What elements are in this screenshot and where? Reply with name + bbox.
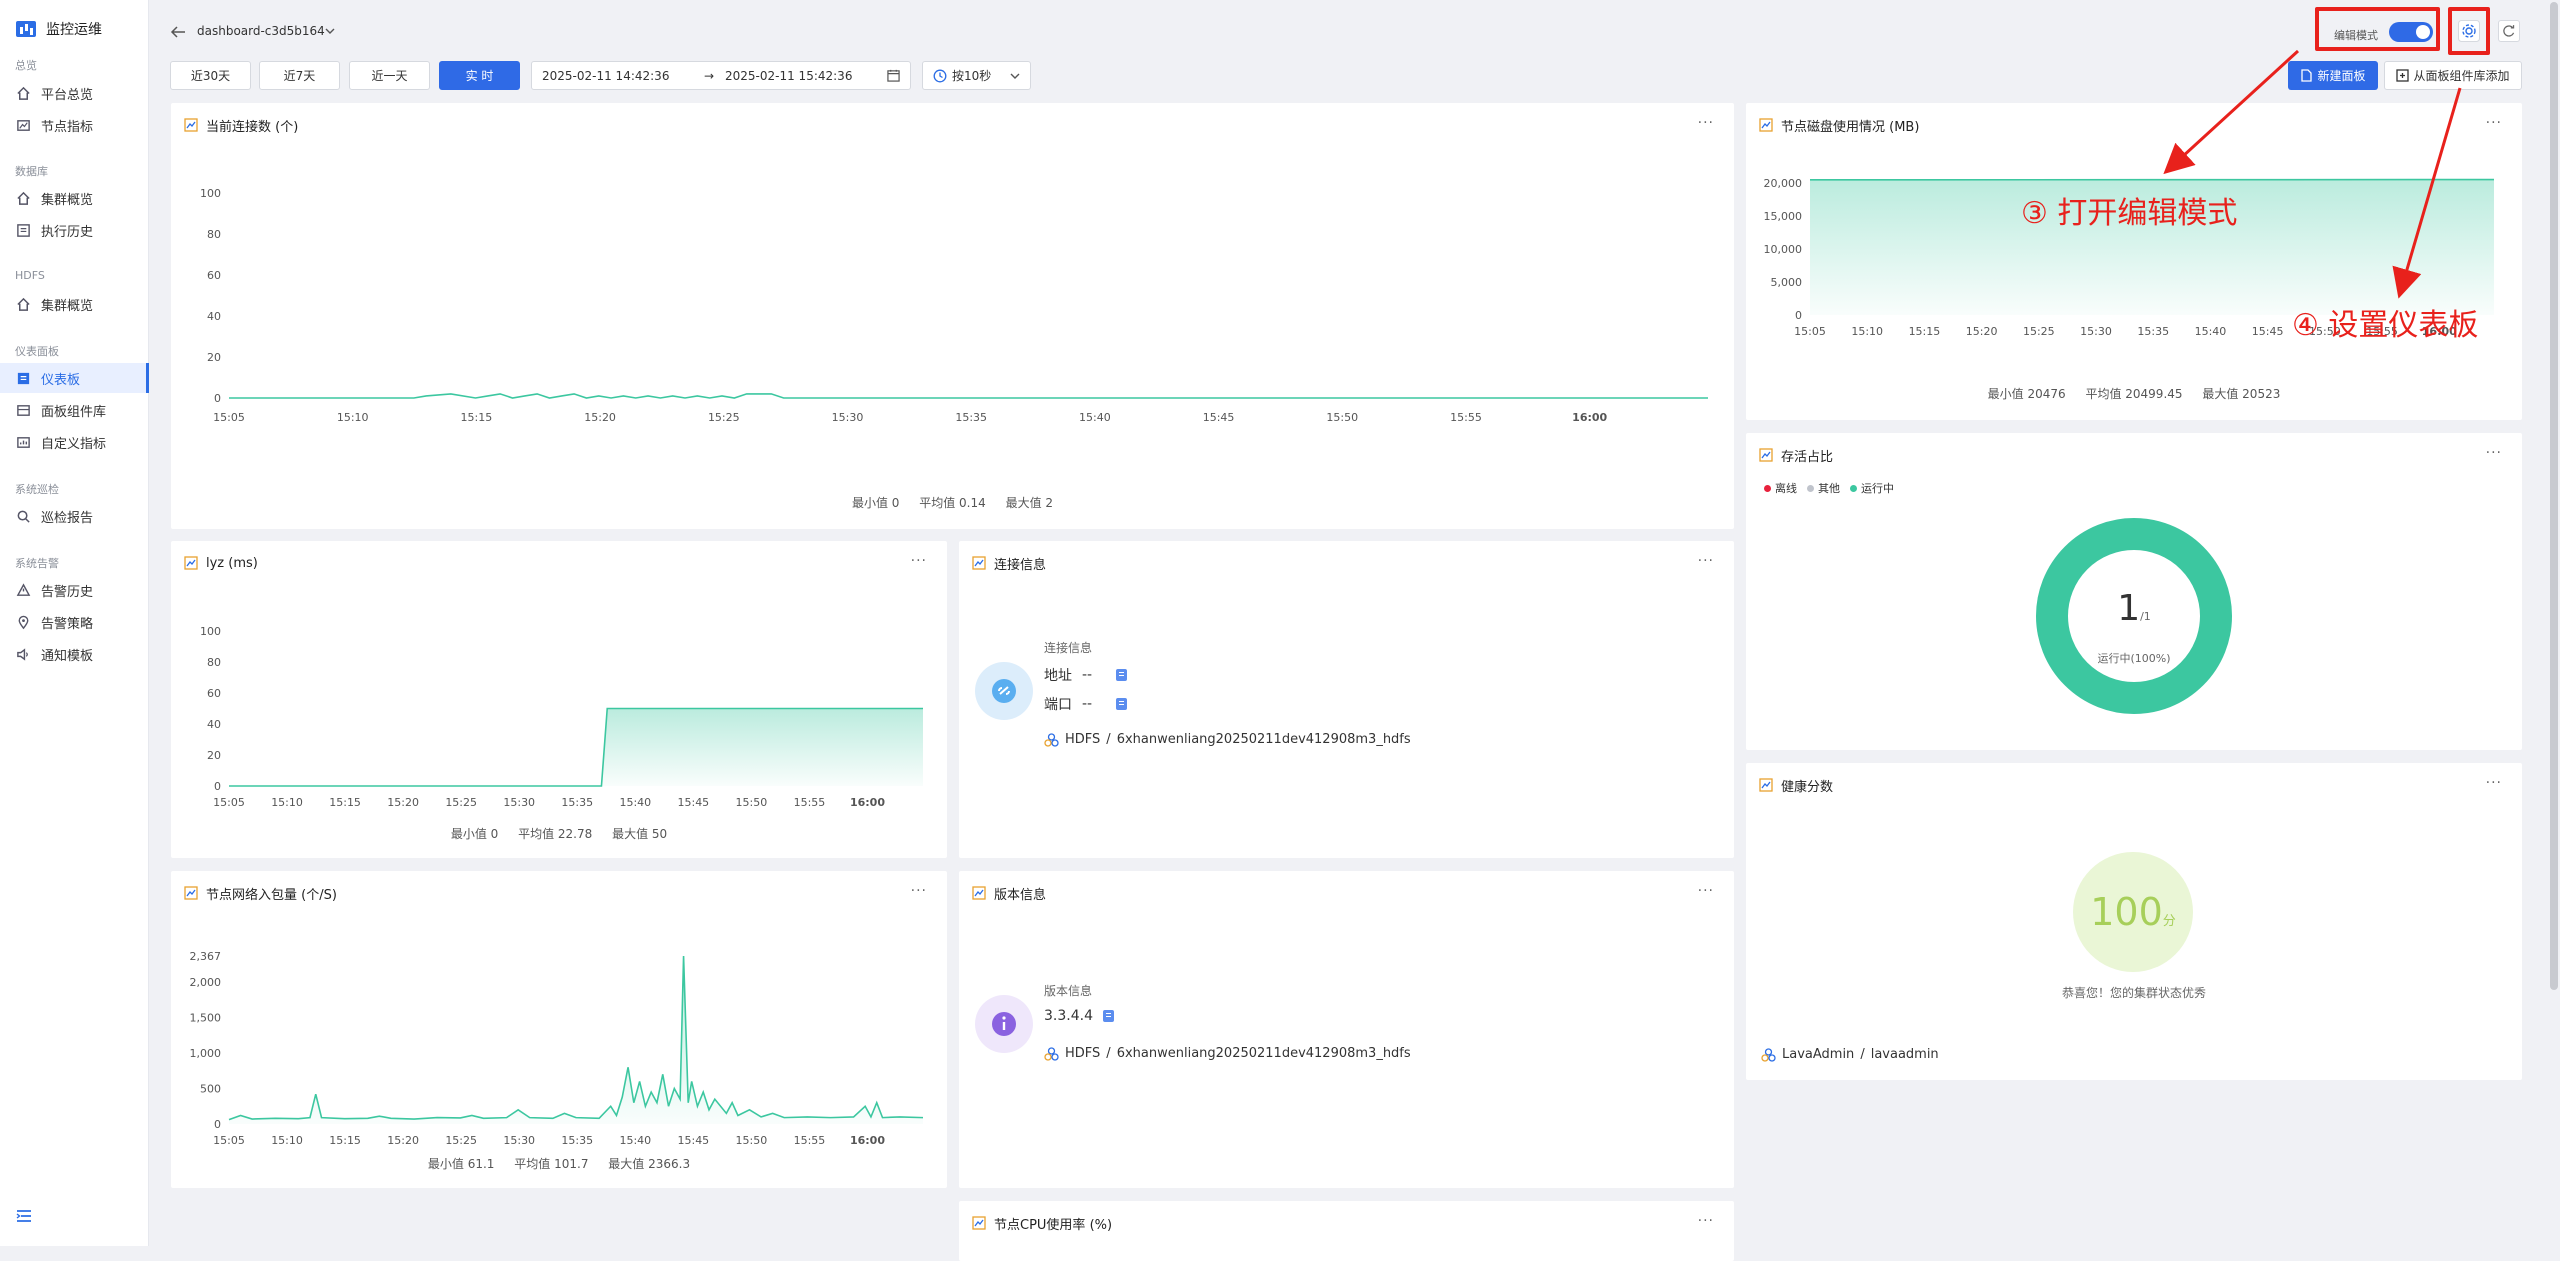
scrollbar-thumb[interactable] <box>2550 2 2558 990</box>
annotation-open-edit: ③ 打开编辑模式 <box>2021 188 2237 232</box>
arrow-to-settings <box>2401 88 2460 290</box>
annotation-set-dashboard: ④ 设置仪表板 <box>2292 300 2478 344</box>
page-scrollbar[interactable] <box>2548 0 2560 1246</box>
annotation-arrows <box>0 0 2560 1246</box>
arrow-to-edit <box>2170 51 2298 168</box>
